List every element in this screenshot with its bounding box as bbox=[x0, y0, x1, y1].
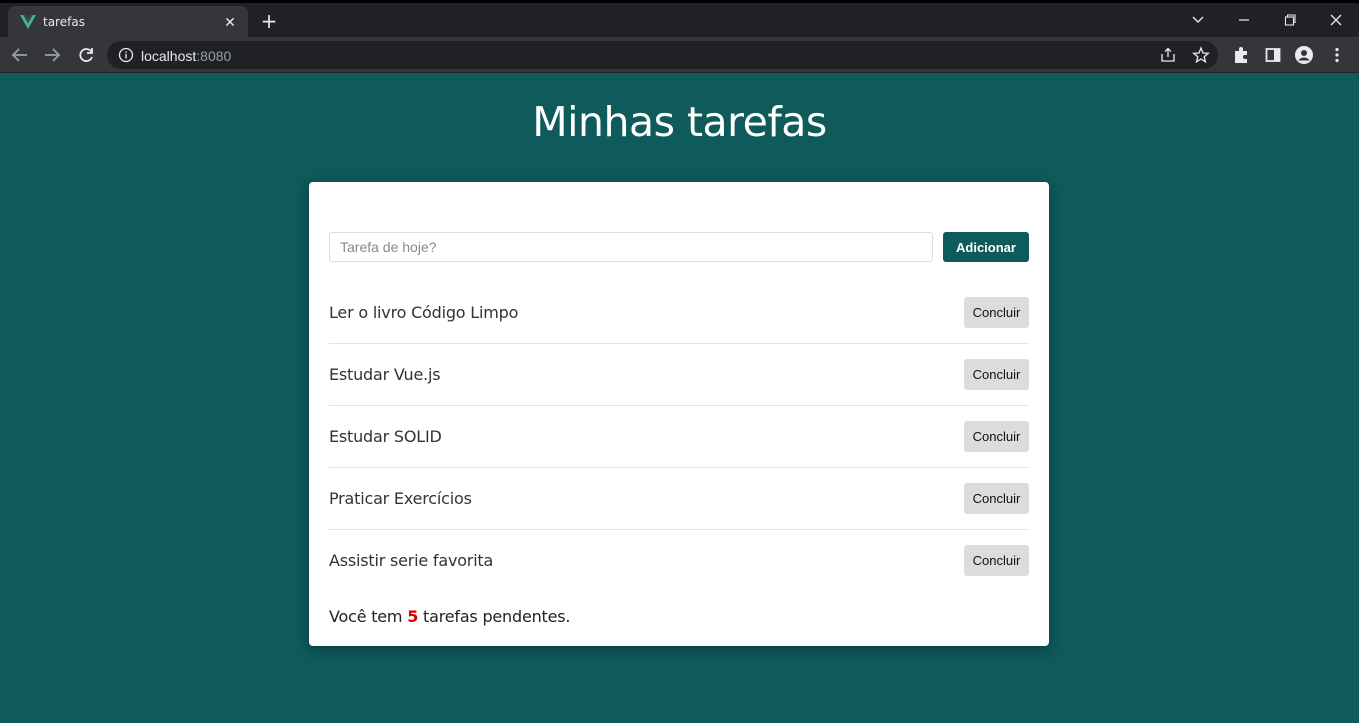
pending-summary: Você tem 5 tarefas pendentes. bbox=[329, 607, 570, 626]
browser-tab[interactable]: tarefas ✕ bbox=[8, 6, 248, 40]
browser-tab-bar: tarefas ✕ + bbox=[0, 0, 1359, 40]
url-host: localhost bbox=[141, 48, 197, 64]
url-text: localhost:8080 bbox=[141, 48, 231, 64]
reload-icon[interactable] bbox=[74, 43, 98, 67]
pending-count: 5 bbox=[407, 607, 419, 626]
minimize-icon[interactable] bbox=[1232, 9, 1256, 31]
complete-task-button[interactable]: Concluir bbox=[964, 297, 1029, 328]
task-input[interactable] bbox=[329, 232, 933, 262]
task-card: Adicionar Ler o livro Código Limpo Concl… bbox=[309, 182, 1049, 646]
vue-logo-icon bbox=[20, 15, 36, 29]
plus-icon[interactable]: + bbox=[258, 11, 280, 33]
summary-suffix: tarefas pendentes. bbox=[418, 607, 571, 626]
task-label: Assistir serie favorita bbox=[329, 551, 494, 570]
task-label: Estudar SOLID bbox=[329, 427, 442, 446]
close-window-icon[interactable] bbox=[1324, 9, 1348, 31]
restore-icon[interactable] bbox=[1278, 9, 1302, 31]
close-icon[interactable]: ✕ bbox=[222, 14, 238, 30]
task-label: Estudar Vue.js bbox=[329, 365, 441, 384]
add-task-button[interactable]: Adicionar bbox=[943, 232, 1029, 262]
star-icon[interactable] bbox=[1192, 46, 1210, 64]
extensions-icon[interactable] bbox=[1231, 45, 1251, 65]
page-title: Minhas tarefas bbox=[532, 98, 827, 146]
address-bar[interactable]: localhost:8080 bbox=[107, 41, 1218, 69]
task-item: Estudar Vue.js Concluir bbox=[329, 344, 1029, 406]
task-label: Praticar Exercícios bbox=[329, 489, 472, 508]
url-port: :8080 bbox=[196, 48, 232, 64]
menu-icon[interactable] bbox=[1327, 45, 1347, 65]
task-item: Assistir serie favorita Concluir bbox=[329, 530, 1029, 592]
back-icon[interactable] bbox=[8, 43, 32, 67]
task-list: Ler o livro Código Limpo Concluir Estuda… bbox=[329, 282, 1029, 592]
chevron-down-icon[interactable] bbox=[1186, 9, 1210, 31]
tab-title: tarefas bbox=[43, 15, 85, 29]
profile-icon[interactable] bbox=[1294, 45, 1314, 65]
task-label: Ler o livro Código Limpo bbox=[329, 303, 519, 322]
task-item: Ler o livro Código Limpo Concluir bbox=[329, 282, 1029, 344]
forward-icon[interactable] bbox=[40, 43, 64, 67]
summary-prefix: Você tem bbox=[329, 607, 408, 626]
complete-task-button[interactable]: Concluir bbox=[964, 545, 1029, 576]
share-icon[interactable] bbox=[1159, 46, 1177, 64]
complete-task-button[interactable]: Concluir bbox=[964, 421, 1029, 452]
complete-task-button[interactable]: Concluir bbox=[964, 359, 1029, 390]
side-panel-icon[interactable] bbox=[1263, 45, 1283, 65]
info-icon[interactable] bbox=[118, 47, 134, 63]
task-item: Praticar Exercícios Concluir bbox=[329, 468, 1029, 530]
browser-toolbar: localhost:8080 bbox=[0, 37, 1359, 73]
complete-task-button[interactable]: Concluir bbox=[964, 483, 1029, 514]
task-item: Estudar SOLID Concluir bbox=[329, 406, 1029, 468]
